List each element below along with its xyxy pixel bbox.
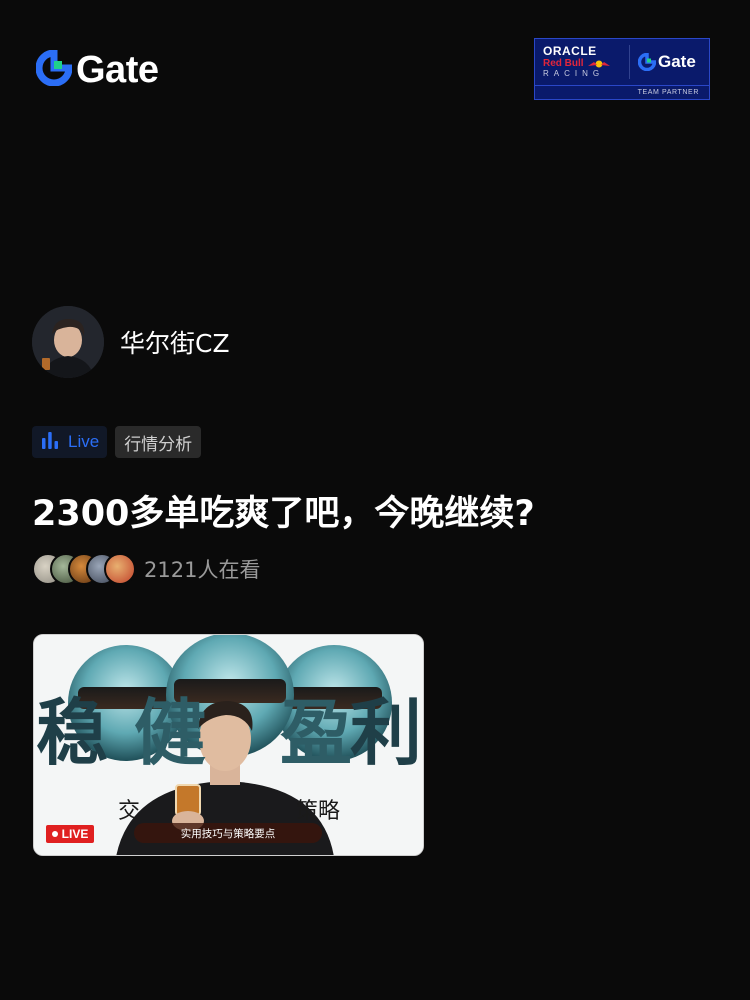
bar-chart-icon	[40, 431, 60, 453]
viewer-avatars	[32, 553, 136, 585]
viewer-count: 2121人在看	[144, 558, 261, 582]
live-tag: Live	[32, 426, 108, 458]
stream-thumbnail[interactable]: 稳 健 盈 利 交 策略 实用技巧与策略要点 LIVE	[33, 634, 424, 856]
thumb-sub-right: 策略	[296, 799, 341, 824]
team-partner-label: TEAM PARTNER	[637, 89, 699, 96]
viewer-avatar	[104, 553, 136, 585]
live-tag-label: Live	[68, 432, 100, 451]
live-dot-icon	[51, 831, 58, 837]
team-partner-badge: ORACLE Red Bull RACING Gate TEAM PARTNER	[534, 38, 710, 100]
stream-title[interactable]: 2300多单吃爽了吧，今晚继续?	[32, 490, 535, 538]
thumb-char-3: 盈	[280, 691, 353, 775]
thumb-char-2: 健	[134, 691, 207, 775]
partner-gate-logo: Gate	[638, 52, 696, 72]
stream-tags: Live 行情分析	[32, 426, 202, 458]
thumb-char-4: 利	[350, 691, 423, 775]
host-name[interactable]: 华尔街CZ	[120, 324, 230, 360]
thumb-char-1: 稳	[36, 691, 109, 775]
gate-logo-icon	[35, 49, 73, 90]
thumb-caption: 实用技巧与策略要点	[134, 823, 322, 843]
gate-logo-text: Gate	[76, 49, 159, 91]
viewer-count-row: 2121人在看	[32, 553, 260, 585]
category-tag[interactable]: 行情分析	[115, 426, 202, 458]
host-avatar[interactable]	[32, 306, 104, 378]
racing-wordmark: RACING	[543, 69, 605, 79]
redbull-bulls-icon	[587, 60, 610, 68]
redbull-wordmark: Red Bull	[543, 58, 611, 69]
live-badge: LIVE	[46, 825, 94, 843]
host-profile[interactable]: 华尔街CZ	[32, 306, 230, 378]
partner-divider	[629, 45, 630, 79]
category-tag-label: 行情分析	[124, 434, 193, 455]
gate-logo[interactable]: Gate	[35, 49, 159, 91]
oracle-wordmark: ORACLE	[543, 44, 597, 59]
thumb-sub-left: 交	[118, 799, 141, 824]
gate-small-icon	[638, 53, 656, 71]
